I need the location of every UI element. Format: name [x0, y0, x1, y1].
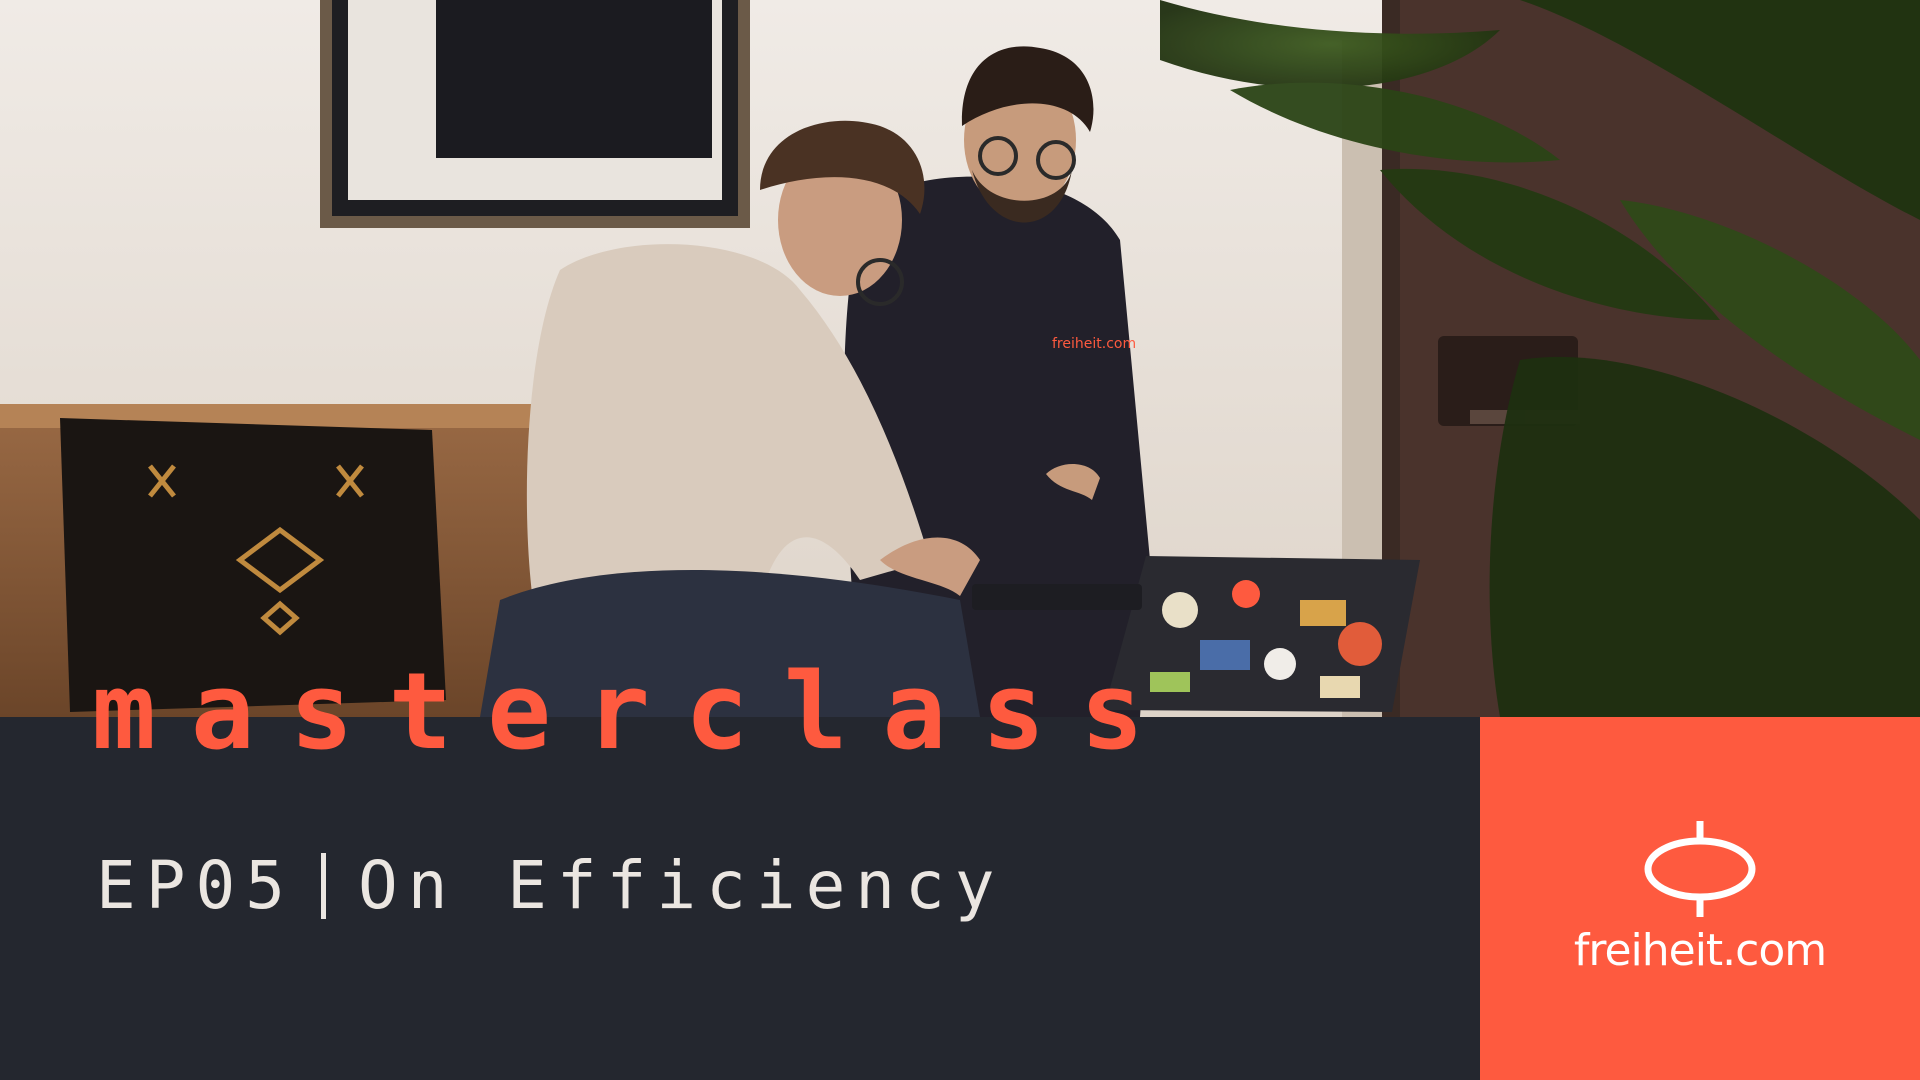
freiheit-logo-icon [1644, 821, 1756, 917]
series-title: masterclass [92, 650, 1179, 773]
hoodie-print: freiheit.com [1052, 336, 1136, 352]
wall-frame [320, 0, 750, 228]
episode-title: On Efficiency [357, 847, 1005, 924]
episode-divider [320, 852, 326, 919]
hero-photo: freiheit.com [0, 0, 1920, 717]
hero-illustration: freiheit.com [0, 0, 1920, 717]
brand-name: freiheit.com [1573, 925, 1827, 976]
brand-panel: freiheit.com [1480, 717, 1920, 1080]
episode-heading: EP05 On Efficiency [96, 846, 1005, 926]
episode-number: EP05 [96, 847, 295, 924]
